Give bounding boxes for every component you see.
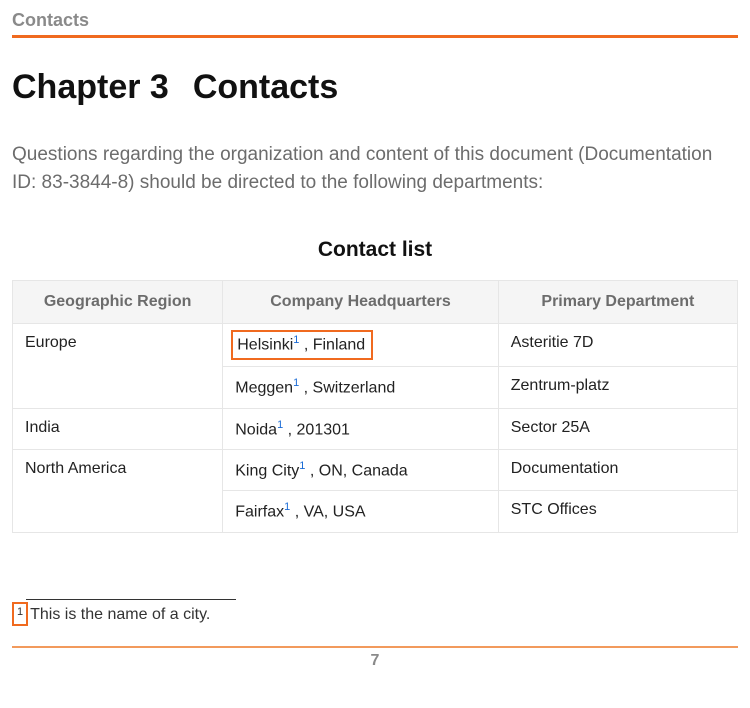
cell-dept: STC Offices — [498, 491, 737, 532]
cell-region: North America — [13, 450, 223, 533]
cell-hq: Helsinki1 , Finland — [223, 324, 499, 367]
table-row: North America King City1 , ON, Canada Do… — [13, 450, 738, 491]
footnote-block: 1 This is the name of a city. — [12, 599, 738, 626]
chapter-label: Chapter 3 — [12, 68, 169, 106]
cell-dept: Sector 25A — [498, 408, 737, 449]
footnote-marker-highlight: 1 — [12, 602, 28, 626]
city-rest: , VA, USA — [290, 504, 365, 521]
city-name: King City — [235, 462, 299, 479]
cell-hq: King City1 , ON, Canada — [223, 450, 499, 491]
intro-paragraph: Questions regarding the organization and… — [12, 141, 738, 196]
footnote-text: This is the name of a city. — [30, 602, 210, 624]
highlight-helsinki: Helsinki1 , Finland — [231, 330, 373, 360]
cell-dept: Documentation — [498, 450, 737, 491]
cell-hq: Fairfax1 , VA, USA — [223, 491, 499, 532]
cell-region: Europe — [13, 324, 223, 409]
city-rest: , 201301 — [283, 421, 350, 438]
city-name: Noida — [235, 421, 277, 438]
city-rest: , ON, Canada — [305, 462, 407, 479]
chapter-heading: Chapter 3 Contacts — [12, 68, 738, 107]
running-head: Contacts — [12, 10, 738, 35]
col-hq: Company Headquarters — [223, 281, 499, 324]
cell-hq: Noida1 , 201301 — [223, 408, 499, 449]
city-name: Helsinki — [237, 336, 293, 353]
table-caption: Contact list — [12, 238, 738, 262]
city-name: Meggen — [235, 380, 293, 397]
cell-region: India — [13, 408, 223, 449]
city-name: Fairfax — [235, 504, 284, 521]
page-number: 7 — [12, 648, 738, 680]
chapter-title: Contacts — [193, 68, 338, 106]
city-rest: , Switzerland — [299, 380, 395, 397]
cell-hq: Meggen1 , Switzerland — [223, 367, 499, 408]
cell-dept: Zentrum-platz — [498, 367, 737, 408]
col-region: Geographic Region — [13, 281, 223, 324]
contact-table: Geographic Region Company Headquarters P… — [12, 280, 738, 533]
footnote-rule — [26, 599, 236, 600]
header-rule — [12, 35, 738, 38]
cell-dept: Asteritie 7D — [498, 324, 737, 367]
col-dept: Primary Department — [498, 281, 737, 324]
table-row: India Noida1 , 201301 Sector 25A — [13, 408, 738, 449]
table-row: Europe Helsinki1 , Finland Asteritie 7D — [13, 324, 738, 367]
city-rest: , Finland — [299, 336, 365, 353]
table-header-row: Geographic Region Company Headquarters P… — [13, 281, 738, 324]
